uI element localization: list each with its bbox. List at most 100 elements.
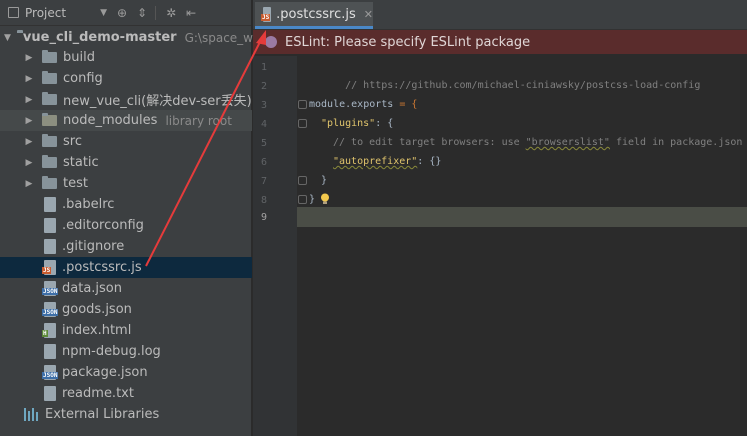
line-number: 5 [260, 138, 267, 149]
folder-icon [42, 92, 57, 105]
fold-marker-icon[interactable] [298, 100, 307, 109]
tree-item-build[interactable]: ▶ build [0, 47, 252, 68]
library-root-hint: library root [165, 113, 232, 128]
code-token: : { [375, 118, 394, 129]
tree-item-label: .postcssrc.js [62, 260, 142, 275]
json-file-icon: JSON [42, 365, 59, 380]
tree-item-label: src [63, 134, 82, 149]
code-token: "plugins" [321, 118, 376, 129]
tree-item-label: .babelrc [62, 197, 115, 212]
code-token: : {} [417, 156, 442, 167]
tree-item-npm-debug-log[interactable]: npm-debug.log [0, 341, 252, 362]
folder-icon [42, 50, 57, 63]
tree-item-config[interactable]: ▶ config [0, 68, 252, 89]
collapsed-arrow-icon[interactable]: ▶ [24, 95, 34, 105]
eslint-icon [265, 36, 277, 48]
collapse-all-icon[interactable]: ⇕ [137, 6, 147, 20]
project-view-icon[interactable] [8, 7, 19, 18]
tree-item-label: External Libraries [45, 407, 160, 422]
line-number: 8 [260, 195, 267, 206]
code-token: field in package.json [609, 137, 743, 148]
line-number-gutter [253, 56, 297, 436]
json-file-icon: JSON [42, 302, 59, 317]
code-editor[interactable]: // https://github.com/michael-ciniawsky/… [309, 56, 747, 436]
folder-icon [42, 155, 57, 168]
editor-area: JS .postcssrc.js ✕ ESLint: Please specif… [253, 0, 747, 436]
code-token: } [309, 194, 316, 205]
code-line-4: "plugins": { [321, 114, 393, 133]
tree-item-editorconfig[interactable]: .editorconfig [0, 215, 252, 236]
tree-item-label: npm-debug.log [62, 344, 161, 359]
js-file-icon: JS [42, 260, 56, 275]
file-icon [44, 218, 56, 233]
code-token: "autoprefixer" [333, 156, 418, 167]
project-view-title[interactable]: Project [25, 6, 66, 20]
collapsed-arrow-icon[interactable]: ▶ [24, 74, 34, 84]
eslint-notification-bar: ESLint: Please specify ESLint package [253, 30, 747, 54]
tree-item-data-json[interactable]: JSON data.json [0, 278, 252, 299]
collapsed-arrow-icon[interactable]: ▶ [24, 116, 34, 126]
gear-icon[interactable]: ✲ [166, 6, 176, 20]
tree-item-label: .editorconfig [62, 218, 144, 233]
collapsed-arrow-icon[interactable]: ▶ [24, 137, 34, 147]
fold-marker-icon[interactable] [298, 195, 307, 204]
file-icon [44, 344, 56, 359]
folder-icon [42, 71, 57, 84]
tree-item-label: config [63, 71, 103, 86]
tree-item-new-vue-cli[interactable]: ▶ new_vue_cli(解决dev-ser丢失) [0, 89, 252, 110]
tab-label: .postcssrc.js [276, 6, 356, 22]
library-icon [24, 408, 39, 421]
chevron-down-icon[interactable]: ▼ [100, 8, 107, 18]
lightbulb-icon[interactable] [320, 193, 330, 205]
collapsed-arrow-icon[interactable]: ▶ [24, 53, 34, 63]
close-icon[interactable]: ✕ [364, 8, 373, 21]
tree-item-label: readme.txt [62, 386, 134, 401]
html-file-icon: H [42, 323, 56, 338]
code-line-7: } [321, 171, 327, 190]
hide-panel-icon[interactable]: ⇤ [186, 6, 196, 20]
code-token: } [321, 175, 328, 186]
file-icon [44, 239, 56, 254]
js-file-icon: JS [261, 6, 272, 22]
tree-item-readme-txt[interactable]: readme.txt [0, 383, 252, 404]
eslint-message: ESLint: Please specify ESLint package [285, 34, 531, 50]
code-line-8: } [309, 190, 315, 209]
tree-item-goods-json[interactable]: JSON goods.json [0, 299, 252, 320]
tree-item-label: build [63, 50, 95, 65]
tree-item-postcssrc[interactable]: JS .postcssrc.js [0, 257, 252, 278]
tree-root[interactable]: ▼ vue_cli_demo-master G:\space_wel [0, 27, 264, 48]
tree-item-label: .gitignore [62, 239, 125, 254]
folder-icon [42, 176, 57, 189]
tree-item-label: index.html [62, 323, 132, 338]
file-icon [44, 197, 56, 212]
expanded-arrow-icon[interactable]: ▼ [4, 33, 11, 43]
tree-item-external-libraries[interactable]: External Libraries [0, 404, 252, 425]
line-number: 9 [260, 212, 267, 223]
tree-item-src[interactable]: ▶ src [0, 131, 252, 152]
project-panel-header: Project ▼ ⊕ ⇕ ✲ ⇤ [0, 0, 251, 26]
line-number: 3 [260, 100, 267, 111]
fold-marker-icon[interactable] [298, 119, 307, 128]
code-line-6: "autoprefixer": {} [333, 152, 441, 171]
tab-postcssrc[interactable]: JS .postcssrc.js ✕ [255, 2, 373, 29]
collapsed-arrow-icon[interactable]: ▶ [24, 158, 34, 168]
collapsed-arrow-icon[interactable]: ▶ [24, 179, 34, 189]
tree-item-label: static [63, 155, 99, 170]
tree-item-index-html[interactable]: H index.html [0, 320, 252, 341]
line-number: 2 [260, 81, 267, 92]
tree-item-package-json[interactable]: JSON package.json [0, 362, 252, 383]
line-number: 1 [260, 62, 267, 73]
code-token: // to edit target browsers: use [333, 137, 526, 148]
tree-item-gitignore[interactable]: .gitignore [0, 236, 252, 257]
line-number: 6 [260, 157, 267, 168]
tree-item-static[interactable]: ▶ static [0, 152, 252, 173]
tree-item-node-modules[interactable]: ▶ node_modules library root [0, 110, 252, 131]
scroll-from-source-icon[interactable]: ⊕ [117, 6, 127, 20]
tree-item-test[interactable]: ▶ test [0, 173, 252, 194]
root-path: G:\space_wel [184, 30, 264, 45]
fold-marker-icon[interactable] [298, 176, 307, 185]
code-token: exports [351, 99, 394, 110]
tree-item-babelrc[interactable]: .babelrc [0, 194, 252, 215]
tree-item-label: node_modules [63, 113, 158, 128]
folder-icon [42, 113, 57, 126]
